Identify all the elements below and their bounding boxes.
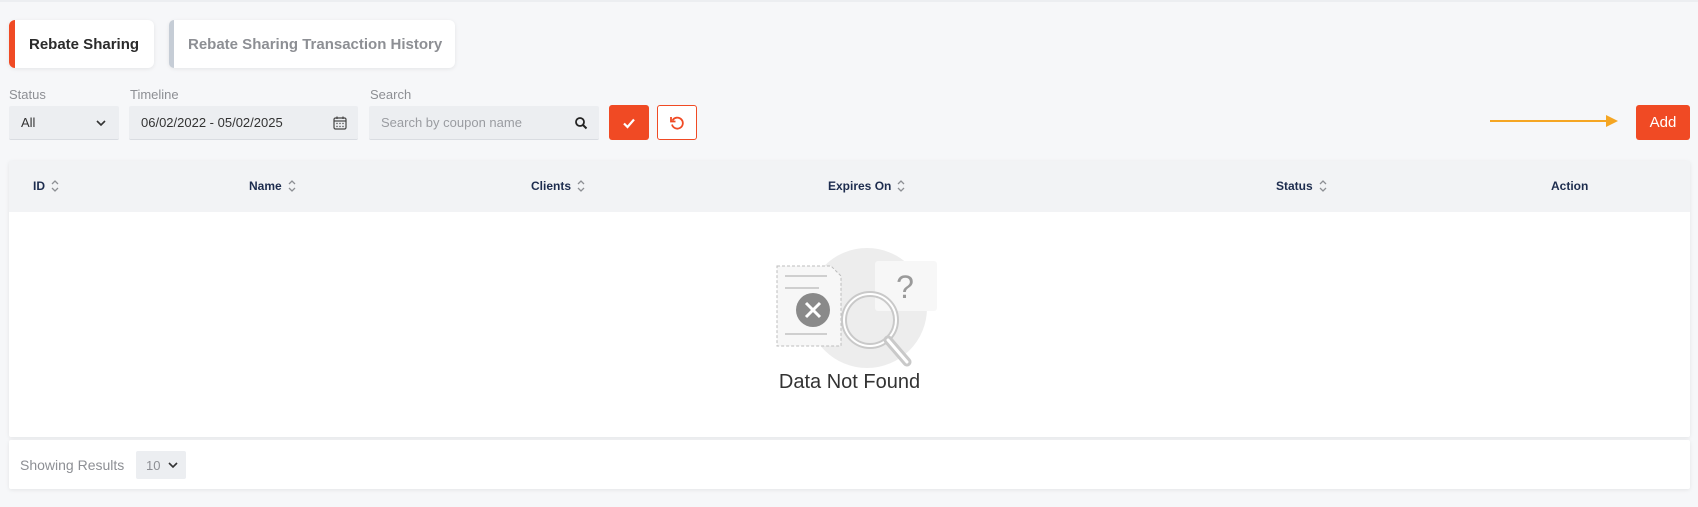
sort-icon <box>897 180 905 192</box>
column-label: Name <box>249 179 282 193</box>
add-button[interactable]: Add <box>1636 105 1690 140</box>
top-divider <box>0 0 1698 2</box>
apply-filter-button[interactable] <box>609 105 649 140</box>
calendar-icon[interactable] <box>332 115 348 131</box>
reset-icon <box>670 116 684 130</box>
sort-icon <box>288 180 296 192</box>
sort-icon <box>577 180 585 192</box>
arrow-right-icon <box>1490 115 1618 127</box>
tab-label: Rebate Sharing Transaction History <box>188 35 443 53</box>
tab-rebate-sharing-transaction-history[interactable]: Rebate Sharing Transaction History <box>169 20 455 68</box>
chevron-down-icon <box>168 462 178 469</box>
timeline-date-range[interactable]: 06/02/2022 - 05/02/2025 <box>129 106 358 140</box>
sort-icon <box>1319 180 1327 192</box>
status-label: Status <box>9 87 46 102</box>
tab-active-indicator <box>9 20 15 68</box>
column-label: Expires On <box>828 179 892 193</box>
search-field[interactable] <box>369 106 599 140</box>
tab-label: Rebate Sharing <box>29 35 140 53</box>
svg-text:?: ? <box>896 269 914 305</box>
reset-filter-button[interactable] <box>657 105 697 140</box>
showing-results-label: Showing Results <box>20 457 125 473</box>
column-header-action: Action <box>1551 179 1588 193</box>
column-header-expires-on[interactable]: Expires On <box>828 179 905 193</box>
column-header-clients[interactable]: Clients <box>531 179 585 193</box>
sort-icon <box>51 180 59 192</box>
chevron-down-icon <box>96 120 106 127</box>
timeline-label: Timeline <box>130 87 179 102</box>
table-card: ID Name Clients Expires On Status Action <box>9 161 1690 437</box>
empty-state-message: Data Not Found <box>778 371 921 393</box>
tab-rebate-sharing[interactable]: Rebate Sharing <box>9 20 154 68</box>
check-icon <box>623 118 635 129</box>
column-label: Status <box>1276 179 1313 193</box>
search-icon[interactable] <box>573 115 589 131</box>
page-size-value: 10 <box>146 457 161 473</box>
status-value: All <box>21 115 36 130</box>
timeline-value: 06/02/2022 - 05/02/2025 <box>141 115 283 130</box>
search-label: Search <box>370 87 412 102</box>
table-footer: Showing Results 10 <box>9 440 1690 489</box>
column-header-id[interactable]: ID <box>33 179 59 193</box>
tab-indicator <box>169 20 174 68</box>
table-header: ID Name Clients Expires On Status Action <box>9 161 1690 212</box>
column-label: ID <box>33 179 45 193</box>
column-label: Action <box>1551 179 1589 193</box>
column-header-status[interactable]: Status <box>1276 179 1327 193</box>
column-header-name[interactable]: Name <box>249 179 296 193</box>
column-label: Clients <box>531 179 572 193</box>
no-data-illustration-icon: ? <box>776 248 937 368</box>
status-select[interactable]: All <box>9 106 119 140</box>
page-size-select[interactable]: 10 <box>136 451 186 479</box>
search-input[interactable] <box>381 115 561 130</box>
